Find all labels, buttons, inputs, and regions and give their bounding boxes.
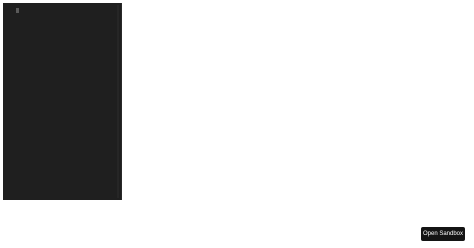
terminal-cursor [16,8,19,13]
open-sandbox-button[interactable]: Open Sandbox [421,227,465,241]
terminal-scrollbar[interactable] [117,5,119,198]
terminal-panel[interactable] [3,3,122,200]
